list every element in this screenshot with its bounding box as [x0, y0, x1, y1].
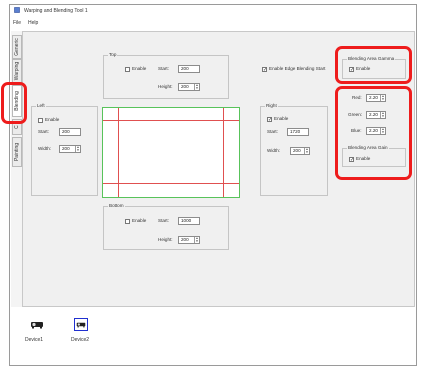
left-start-input[interactable]: 200	[59, 128, 81, 136]
device-item-1[interactable]: Device1	[25, 317, 49, 347]
left-group-title: Left	[36, 103, 46, 109]
bottom-height-label: Height:	[158, 237, 173, 242]
tab-warping[interactable]: Warping	[12, 59, 22, 83]
vertical-tab-strip: Generic Warping Blending C Painting	[11, 31, 23, 307]
spinner-arrows[interactable]: ▲ ▼	[194, 237, 199, 243]
highlight-blending-tab	[1, 82, 27, 124]
projector-icon	[31, 322, 43, 329]
edge-blending-checkbox[interactable]: ✓	[262, 67, 267, 73]
right-width-label: Width:	[267, 148, 281, 153]
top-height-label: Height:	[158, 84, 173, 89]
bottom-enable-label: Enable	[132, 218, 147, 223]
bottom-start-input[interactable]: 1000	[178, 217, 200, 225]
bottom-group: Bottom Enable Start: 1000 Height: 200 ▲ ▼	[103, 203, 229, 250]
left-enable-label: Enable	[45, 117, 60, 122]
right-edge-line	[223, 108, 224, 197]
right-start-label: Start:	[267, 129, 278, 134]
device-list: Device1 Device2	[11, 312, 415, 362]
blending-preview	[102, 107, 240, 198]
bottom-enable-checkbox[interactable]	[125, 219, 130, 224]
top-enable-label: Enable	[132, 66, 147, 71]
right-width-spinner[interactable]: 200 ▲ ▼	[290, 147, 310, 155]
bottom-edge-line	[103, 183, 239, 184]
right-group: Right ✓ Enable Start: 1720 Width: 200 ▲ ▼	[260, 103, 328, 196]
top-enable-checkbox[interactable]	[125, 67, 130, 72]
bottom-start-label: Start:	[158, 218, 169, 223]
app-icon	[14, 7, 20, 13]
spinner-arrows[interactable]: ▲ ▼	[304, 148, 309, 154]
right-enable-checkbox[interactable]: ✓	[267, 117, 272, 123]
top-height-value: 200	[181, 84, 189, 89]
projector-icon	[76, 322, 86, 328]
top-group: Top Enable Start: 200 Height: 200 ▲ ▼	[103, 52, 229, 99]
menu-file[interactable]: File	[13, 20, 21, 26]
right-group-title: Right	[265, 103, 278, 109]
left-start-label: Start:	[38, 129, 49, 134]
menu-help[interactable]: Help	[28, 20, 38, 26]
tab-painting[interactable]: Painting	[12, 137, 22, 167]
device-1-label: Device1	[25, 337, 44, 343]
top-edge-line	[103, 120, 239, 121]
top-height-spinner[interactable]: 200 ▲ ▼	[178, 83, 200, 91]
tab-generic[interactable]: Generic	[12, 35, 22, 59]
right-start-input[interactable]: 1720	[287, 128, 309, 136]
left-edge-line	[118, 108, 119, 197]
bottom-group-title: Bottom	[108, 203, 125, 209]
left-group: Left Enable Start: 200 Width: 200 ▲ ▼	[31, 103, 98, 196]
left-width-value: 200	[62, 146, 70, 151]
spinner-arrows[interactable]: ▲ ▼	[194, 84, 199, 90]
window-title: Warping and Blending Tool 1	[24, 8, 88, 14]
right-width-value: 200	[293, 148, 301, 153]
bottom-height-value: 200	[181, 237, 189, 242]
highlight-gamma-enable	[335, 46, 412, 84]
edge-blending-label: Enable Edge Blending Start	[269, 66, 326, 71]
bottom-height-spinner[interactable]: 200 ▲ ▼	[178, 236, 200, 244]
device-2-label: Device2	[71, 337, 90, 343]
right-enable-label: Enable	[274, 116, 289, 121]
highlight-gamma-gain-settings	[335, 86, 412, 180]
left-width-label: Width:	[38, 146, 52, 151]
spinner-arrows[interactable]: ▲ ▼	[75, 146, 80, 152]
top-start-label: Start:	[158, 66, 169, 71]
device-item-2[interactable]: Device2	[69, 317, 95, 347]
left-enable-checkbox[interactable]	[38, 118, 43, 123]
top-group-title: Top	[108, 52, 118, 58]
top-start-input[interactable]: 200	[178, 65, 200, 73]
left-width-spinner[interactable]: 200 ▲ ▼	[59, 145, 81, 153]
